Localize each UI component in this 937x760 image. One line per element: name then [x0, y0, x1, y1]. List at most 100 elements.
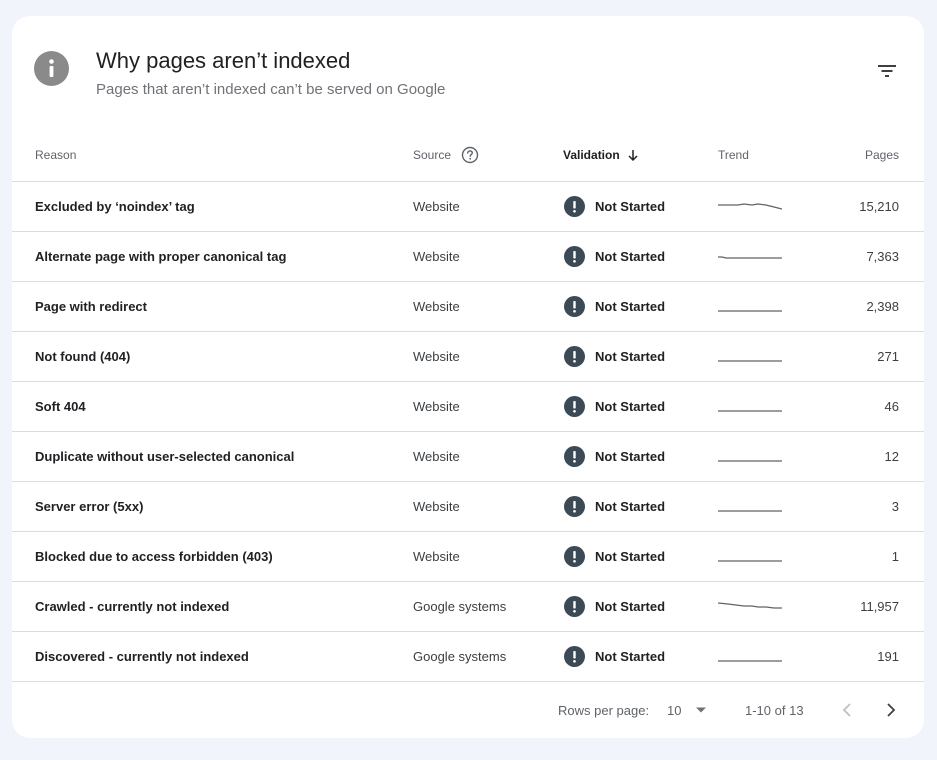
validation-cell: Not Started — [564, 282, 665, 331]
filter-icon — [878, 65, 896, 77]
reason-cell: Duplicate without user-selected canonica… — [35, 449, 295, 464]
trend-sparkline — [718, 632, 782, 681]
validation-status: Not Started — [595, 399, 666, 414]
alert-icon — [564, 196, 585, 217]
help-circle-icon[interactable] — [461, 146, 479, 164]
page-title: Why pages aren’t indexed — [96, 48, 351, 73]
pages-count: 2,398 — [866, 299, 899, 314]
chevron-left-icon — [842, 703, 851, 717]
table-row[interactable]: Discovered - currently not indexed Google… — [12, 632, 924, 682]
validation-cell: Not Started — [564, 332, 665, 381]
alert-icon — [564, 496, 585, 517]
alert-icon — [564, 596, 585, 617]
reason-cell: Blocked due to access forbidden (403) — [35, 549, 273, 564]
pages-count: 191 — [877, 649, 899, 664]
reason-cell: Discovered - currently not indexed — [35, 649, 249, 664]
reason-cell: Server error (5xx) — [35, 499, 144, 514]
pages-count: 11,957 — [860, 599, 899, 614]
table-row[interactable]: Server error (5xx) Website Not Started 3 — [12, 482, 924, 532]
rows-per-page-value: 10 — [667, 702, 682, 718]
pagination-range: 1-10 of 13 — [745, 702, 804, 718]
reason-cell: Excluded by ‘noindex’ tag — [35, 199, 195, 214]
validation-cell: Not Started — [564, 432, 665, 481]
filter-button[interactable] — [872, 56, 902, 86]
source-cell: Website — [413, 199, 460, 214]
rows-per-page-select[interactable]: 10 — [667, 682, 707, 738]
column-header-pages[interactable]: Pages — [865, 128, 899, 181]
column-header-source[interactable]: Source — [413, 128, 479, 181]
alert-icon — [564, 446, 585, 467]
validation-cell: Not Started — [564, 532, 665, 581]
validation-cell: Not Started — [564, 382, 665, 431]
source-cell: Website — [413, 299, 460, 314]
source-cell: Google systems — [413, 599, 507, 614]
validation-cell: Not Started — [564, 582, 665, 631]
page-subtitle: Pages that aren’t indexed can’t be serve… — [96, 81, 446, 98]
table-row[interactable]: Duplicate without user-selected canonica… — [12, 432, 924, 482]
validation-status: Not Started — [595, 199, 666, 214]
trend-sparkline — [718, 532, 782, 581]
column-header-reason[interactable]: Reason — [35, 128, 76, 181]
trend-sparkline — [718, 432, 782, 481]
alert-icon — [564, 246, 585, 267]
source-cell: Website — [413, 549, 460, 564]
trend-sparkline — [718, 482, 782, 531]
pages-count: 7,363 — [866, 249, 899, 264]
rows-per-page-label: Rows per page: — [558, 702, 650, 718]
alert-icon — [564, 346, 585, 367]
trend-sparkline — [718, 382, 782, 431]
alert-icon — [564, 396, 585, 417]
chevron-right-icon — [887, 703, 896, 717]
table-row[interactable]: Blocked due to access forbidden (403) Web… — [12, 532, 924, 582]
alert-icon — [564, 546, 585, 567]
table-row[interactable]: Not found (404) Website Not Started 271 — [12, 332, 924, 382]
source-cell: Website — [413, 349, 460, 364]
source-cell: Website — [413, 249, 460, 264]
source-cell: Website — [413, 499, 460, 514]
arrow-down-icon — [626, 148, 640, 162]
trend-sparkline — [718, 282, 782, 331]
previous-page-button[interactable] — [841, 682, 853, 738]
reason-cell: Soft 404 — [35, 399, 86, 414]
pages-count: 15,210 — [859, 199, 899, 214]
validation-status: Not Started — [595, 349, 666, 364]
validation-cell: Not Started — [564, 482, 665, 531]
source-cell: Website — [413, 449, 460, 464]
pages-count: 271 — [877, 349, 899, 364]
table-row[interactable]: Page with redirect Website Not Started 2,39… — [12, 282, 924, 332]
trend-sparkline — [718, 332, 782, 381]
next-page-button[interactable] — [885, 682, 897, 738]
validation-cell: Not Started — [564, 232, 665, 281]
validation-status: Not Started — [595, 299, 666, 314]
indexing-report-card: Why pages aren’t indexed Pages that aren… — [12, 16, 924, 738]
validation-cell: Not Started — [564, 632, 665, 681]
validation-status: Not Started — [595, 649, 666, 664]
table-row[interactable]: Alternate page with proper canonical tag… — [12, 232, 924, 282]
reason-cell: Crawled - currently not indexed — [35, 599, 230, 614]
validation-status: Not Started — [595, 499, 666, 514]
validation-status: Not Started — [595, 249, 666, 264]
source-cell: Website — [413, 399, 460, 414]
table-row[interactable]: Crawled - currently not indexed Google sy… — [12, 582, 924, 632]
validation-cell: Not Started — [564, 182, 665, 231]
table-row[interactable]: Soft 404 Website Not Started 46 — [12, 382, 924, 432]
table-header: Reason Source Validation Trend Pages — [12, 128, 924, 182]
info-icon — [34, 51, 69, 86]
pages-count: 46 — [884, 399, 899, 414]
alert-icon — [564, 296, 585, 317]
validation-status: Not Started — [595, 599, 666, 614]
column-header-validation[interactable]: Validation — [563, 128, 640, 181]
column-header-trend[interactable]: Trend — [718, 128, 749, 181]
pages-count: 3 — [891, 499, 899, 514]
pages-count: 1 — [891, 549, 899, 564]
validation-status: Not Started — [595, 549, 666, 564]
trend-sparkline — [718, 232, 782, 281]
table-row[interactable]: Excluded by ‘noindex’ tag Website Not Star… — [12, 182, 924, 232]
trend-sparkline — [718, 182, 782, 231]
reason-cell: Alternate page with proper canonical tag — [35, 249, 287, 264]
trend-sparkline — [718, 582, 782, 631]
pages-count: 12 — [884, 449, 899, 464]
reason-cell: Not found (404) — [35, 349, 131, 364]
source-cell: Google systems — [413, 649, 507, 664]
caret-down-icon — [695, 706, 707, 714]
